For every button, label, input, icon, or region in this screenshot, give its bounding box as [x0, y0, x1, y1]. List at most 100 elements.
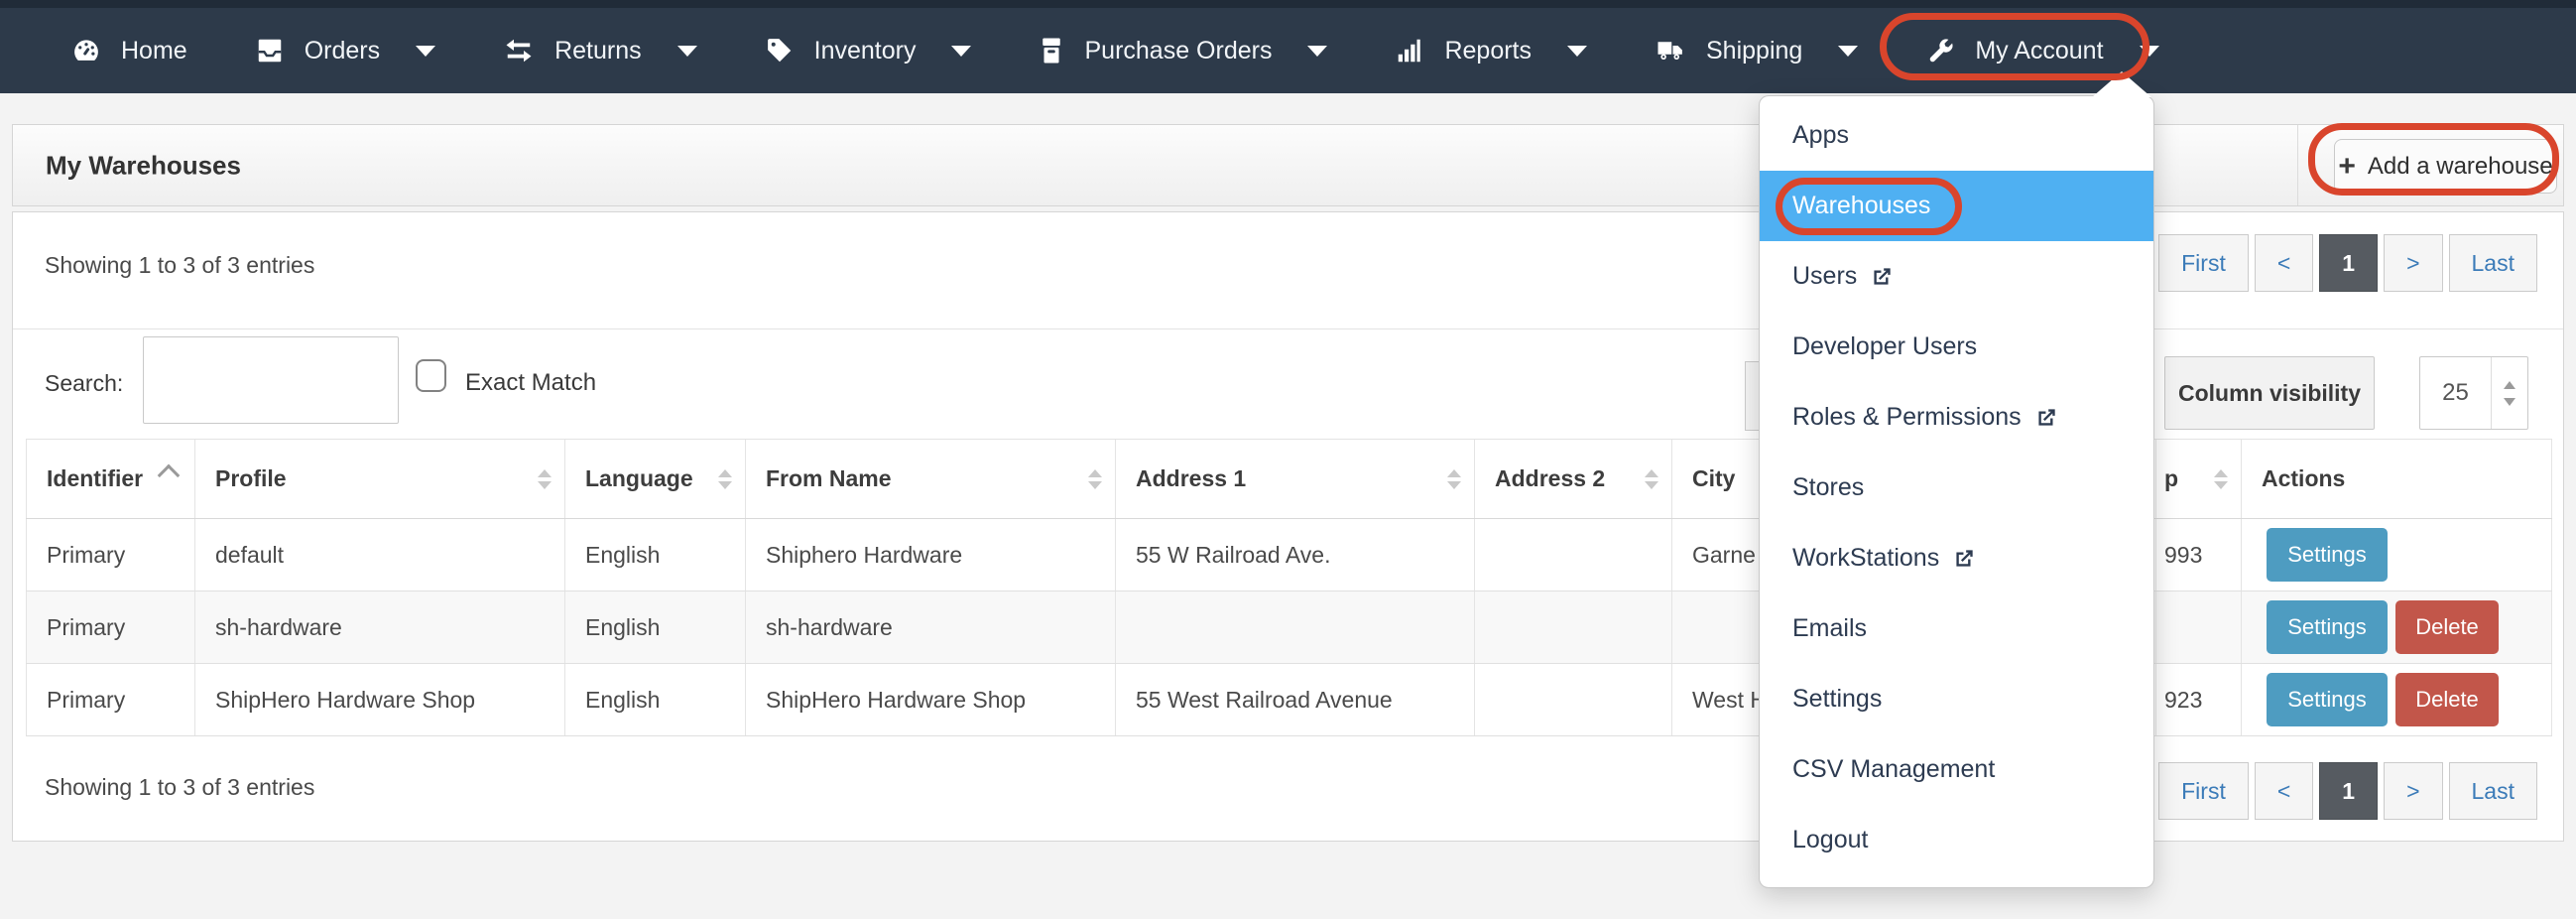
pagination-bottom: First < 1 > Last: [2158, 762, 2537, 820]
pagination-first-button[interactable]: First: [2158, 234, 2249, 292]
pagination-prev-button[interactable]: <: [2255, 234, 2313, 292]
header-identifier[interactable]: Identifier: [26, 440, 194, 518]
wrench-icon: [1925, 36, 1955, 66]
cell-actions: Settings Delete: [2241, 591, 2552, 663]
nav-item-purchase-orders[interactable]: Purchase Orders: [1005, 8, 1361, 93]
bar-chart-icon: [1395, 36, 1424, 66]
cell-from-name: Shiphero Hardware: [745, 519, 1115, 591]
menu-item-stores[interactable]: Stores: [1760, 453, 2153, 523]
exact-match-label: Exact Match: [465, 369, 596, 397]
showing-entries-bottom: Showing 1 to 3 of 3 entries: [45, 774, 314, 801]
cell-language: English: [564, 519, 745, 591]
nav-item-label: Returns: [554, 37, 642, 66]
cell-profile: ShipHero Hardware Shop: [194, 664, 564, 735]
delete-button[interactable]: Delete: [2395, 600, 2499, 654]
nav-item-label: Shipping: [1706, 37, 1802, 66]
exchange-arrows-icon: [503, 36, 535, 66]
cell-profile: sh-hardware: [194, 591, 564, 663]
exact-match-checkbox[interactable]: [416, 359, 446, 392]
cell-language: English: [564, 664, 745, 735]
settings-button[interactable]: Settings: [2267, 673, 2388, 726]
sort-icon: [1447, 469, 1461, 489]
column-visibility-button[interactable]: Column visibility: [2164, 356, 2375, 430]
menu-item-emails[interactable]: Emails: [1760, 593, 2153, 664]
cell-identifier: Primary: [26, 591, 194, 663]
menu-item-developer-users[interactable]: Developer Users: [1760, 312, 2153, 382]
menu-item-logout[interactable]: Logout: [1760, 805, 2153, 875]
sort-icon: [538, 469, 552, 489]
add-warehouse-button[interactable]: + Add a warehouse: [2334, 139, 2557, 194]
header-language[interactable]: Language: [564, 440, 745, 518]
sort-icon: [2214, 469, 2228, 489]
settings-button[interactable]: Settings: [2267, 600, 2388, 654]
delete-button[interactable]: Delete: [2395, 673, 2499, 726]
search-input[interactable]: [143, 336, 399, 424]
pagination-last-button[interactable]: Last: [2449, 762, 2537, 820]
warehouses-table-panel: Showing 1 to 3 of 3 entries First < 1 > …: [12, 211, 2564, 842]
search-label: Search:: [45, 370, 123, 397]
header-from-name[interactable]: From Name: [745, 440, 1115, 518]
pagination-page-1-button[interactable]: 1: [2319, 234, 2378, 292]
nav-item-orders[interactable]: Orders: [221, 8, 469, 93]
nav-item-returns[interactable]: Returns: [469, 8, 731, 93]
sort-icon: [1088, 469, 1102, 489]
spinner-up-icon[interactable]: [2504, 381, 2515, 389]
menu-item-workstations[interactable]: WorkStations: [1760, 523, 2153, 593]
header-profile[interactable]: Profile: [194, 440, 564, 518]
nav-item-label: My Account: [1975, 37, 2103, 66]
menu-item-users[interactable]: Users: [1760, 241, 2153, 312]
top-edge-strip: [0, 0, 2576, 8]
cell-from-name: ShipHero Hardware Shop: [745, 664, 1115, 735]
nav-item-inventory[interactable]: Inventory: [731, 8, 1006, 93]
page-length-spinner[interactable]: 25: [2419, 356, 2528, 430]
spinner-arrows[interactable]: [2491, 357, 2527, 429]
header-divider: [2297, 125, 2298, 205]
dropdown-caret-up-icon: [2092, 71, 2151, 97]
plus-icon: +: [2338, 152, 2356, 182]
nav-item-label: Inventory: [814, 37, 917, 66]
cell-zip: [2155, 591, 2241, 663]
pagination-prev-button[interactable]: <: [2255, 762, 2313, 820]
spinner-down-icon[interactable]: [2504, 398, 2515, 406]
external-link-icon: [2033, 405, 2059, 431]
header-address-2[interactable]: Address 2: [1474, 440, 1671, 518]
cell-identifier: Primary: [26, 519, 194, 591]
table-row: Primary ShipHero Hardware Shop English S…: [26, 664, 2552, 736]
header-zip-partial[interactable]: p: [2155, 440, 2241, 518]
main-navbar: Home Orders Returns Inventory Purchase O…: [0, 8, 2576, 93]
inbox-icon: [255, 36, 285, 66]
cell-address-1: 55 W Railroad Ave.: [1115, 519, 1474, 591]
table-row: Primary default English Shiphero Hardwar…: [26, 519, 2552, 591]
nav-item-home[interactable]: Home: [38, 8, 221, 93]
nav-item-shipping[interactable]: Shipping: [1621, 8, 1892, 93]
section-divider: [13, 328, 2563, 329]
menu-item-warehouses[interactable]: Warehouses: [1760, 171, 2153, 241]
external-link-icon: [1869, 264, 1895, 290]
chevron-down-icon: [416, 46, 435, 57]
pagination-next-button[interactable]: >: [2384, 234, 2442, 292]
chevron-down-icon: [1838, 46, 1858, 57]
cell-address-2: [1474, 519, 1671, 591]
header-address-1[interactable]: Address 1: [1115, 440, 1474, 518]
pagination-page-1-button[interactable]: 1: [2319, 762, 2378, 820]
cell-profile: default: [194, 519, 564, 591]
pagination-last-button[interactable]: Last: [2449, 234, 2537, 292]
settings-button[interactable]: Settings: [2267, 528, 2388, 582]
menu-item-csv-management[interactable]: CSV Management: [1760, 734, 2153, 805]
nav-item-reports[interactable]: Reports: [1361, 8, 1621, 93]
chevron-down-icon: [2140, 46, 2159, 57]
menu-item-apps[interactable]: Apps: [1760, 100, 2153, 171]
page-title: My Warehouses: [46, 150, 241, 181]
table-row: Primary sh-hardware English sh-hardware …: [26, 591, 2552, 664]
pagination-top: First < 1 > Last: [2158, 234, 2537, 292]
menu-item-roles-permissions[interactable]: Roles & Permissions: [1760, 382, 2153, 453]
add-warehouse-label: Add a warehouse: [2368, 153, 2553, 181]
pagination-first-button[interactable]: First: [2158, 762, 2249, 820]
showing-entries-top: Showing 1 to 3 of 3 entries: [45, 252, 314, 279]
cell-actions: Settings Delete: [2241, 664, 2552, 735]
table-header-row: Identifier Profile Language From Name Ad…: [26, 439, 2552, 519]
cell-zip: 993: [2155, 519, 2241, 591]
page-header-panel: My Warehouses + Add a warehouse: [12, 124, 2564, 206]
menu-item-settings[interactable]: Settings: [1760, 664, 2153, 734]
pagination-next-button[interactable]: >: [2384, 762, 2442, 820]
